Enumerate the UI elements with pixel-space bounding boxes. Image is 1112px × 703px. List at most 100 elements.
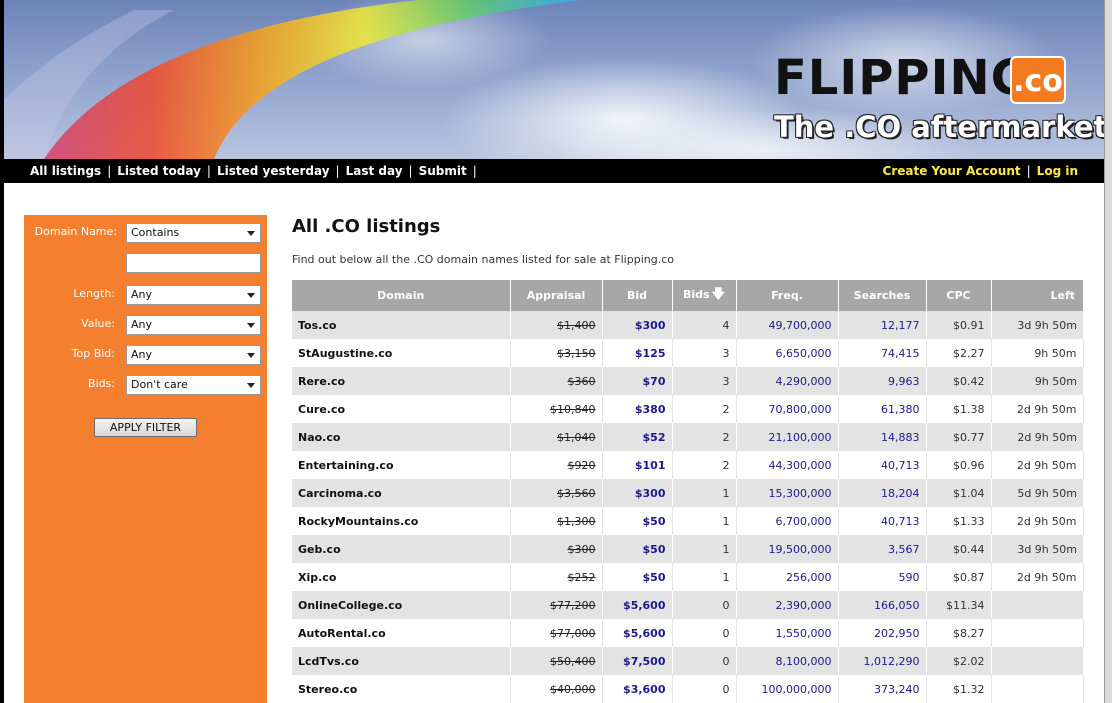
freq-cell[interactable]: 15,300,000 <box>736 479 839 507</box>
bids-select[interactable]: Don't care <box>126 375 261 395</box>
table-row[interactable]: Geb.co $300 $50 1 19,500,000 3,567 $0.44 3d 9h … <box>292 535 1083 563</box>
freq-cell[interactable]: 100,000,000 <box>736 675 839 703</box>
table-row[interactable]: AutoRental.co $77,000 $5,600 0 1,550,000 202,… <box>292 619 1084 647</box>
freq-cell[interactable]: 1,550,000 <box>736 619 839 647</box>
bid-cell[interactable]: $125 <box>602 339 673 367</box>
freq-cell[interactable]: 49,700,000 <box>736 311 839 339</box>
col-header-cpc[interactable]: CPC <box>926 280 992 311</box>
nav-separator: | <box>1026 164 1031 178</box>
bid-cell[interactable]: $52 <box>602 423 673 451</box>
nav-all-listings[interactable]: All listings <box>30 164 101 178</box>
table-row[interactable]: Stereo.co $40,000 $3,600 0 100,000,000 373,24… <box>292 675 1084 703</box>
table-row[interactable]: Cure.co $10,840 $380 2 70,800,000 61,380 $1.38… <box>292 395 1084 423</box>
flipping-logo[interactable]: FLIPPING .co The .CO aftermarket <box>774 52 1104 152</box>
domain-cell[interactable]: Cure.co <box>292 395 511 423</box>
domain-cell[interactable]: Carcinoma.co <box>292 479 511 507</box>
searches-cell[interactable]: 40,713 <box>838 507 927 535</box>
domain-cell[interactable]: Xip.co <box>292 563 511 591</box>
col-header-domain[interactable]: Domain <box>292 280 511 311</box>
freq-cell[interactable]: 44,300,000 <box>736 451 839 479</box>
domain-name-label: Domain Name: <box>34 225 117 238</box>
searches-cell[interactable]: 14,883 <box>838 423 927 451</box>
searches-cell[interactable]: 3,567 <box>838 535 927 563</box>
freq-cell[interactable]: 8,100,000 <box>736 647 839 675</box>
domain-match-select[interactable]: Contains <box>126 223 261 243</box>
domain-cell[interactable]: Entertaining.co <box>292 451 511 479</box>
length-select[interactable]: Any <box>126 285 261 305</box>
domain-cell[interactable]: Geb.co <box>292 535 511 563</box>
domain-cell[interactable]: OnlineCollege.co <box>292 591 511 619</box>
col-header-left[interactable]: Left <box>991 280 1083 311</box>
domain-cell[interactable]: Tos.co <box>292 311 511 339</box>
table-row[interactable]: LcdTvs.co $50,400 $7,500 0 8,100,000 1,012,29… <box>292 647 1083 675</box>
searches-cell[interactable]: 202,950 <box>838 619 927 647</box>
searches-cell[interactable]: 61,380 <box>838 395 927 423</box>
table-row[interactable]: Carcinoma.co $3,560 $300 1 15,300,000 18,204 $… <box>292 479 1083 507</box>
bid-cell[interactable]: $50 <box>602 563 673 591</box>
searches-cell[interactable]: 1,012,290 <box>838 647 927 675</box>
time-left-cell <box>991 591 1083 619</box>
bid-cell[interactable]: $300 <box>602 479 673 507</box>
freq-cell[interactable]: 21,100,000 <box>736 423 839 451</box>
domain-cell[interactable]: Stereo.co <box>292 675 511 703</box>
col-header-bid[interactable]: Bid <box>602 280 673 311</box>
bid-cell[interactable]: $380 <box>602 395 673 423</box>
window-scrollbar[interactable] <box>1104 0 1112 703</box>
bid-cell[interactable]: $7,500 <box>602 647 673 675</box>
searches-cell[interactable]: 9,963 <box>838 367 927 395</box>
bid-cell[interactable]: $70 <box>602 367 673 395</box>
table-row[interactable]: Nao.co $1,040 $52 2 21,100,000 14,883 $0.77 2d … <box>292 423 1083 451</box>
bid-cell[interactable]: $5,600 <box>602 619 673 647</box>
bid-cell[interactable]: $50 <box>602 507 673 535</box>
domain-cell[interactable]: StAugustine.co <box>292 339 511 367</box>
freq-cell[interactable]: 4,290,000 <box>736 367 839 395</box>
apply-filter-button[interactable]: APPLY FILTER <box>94 418 197 437</box>
bid-cell[interactable]: $3,600 <box>602 675 673 703</box>
freq-cell[interactable]: 19,500,000 <box>736 535 839 563</box>
table-row[interactable]: Xip.co $252 $50 1 256,000 590 $0.87 2d 9h 50m <box>292 563 1084 591</box>
searches-cell[interactable]: 166,050 <box>838 591 927 619</box>
searches-cell[interactable]: 74,415 <box>838 339 927 367</box>
domain-cell[interactable]: Rere.co <box>292 367 511 395</box>
table-row[interactable]: RockyMountains.co $1,300 $50 1 6,700,000 40,7… <box>292 507 1084 535</box>
col-header-appraisal[interactable]: Appraisal <box>510 280 603 311</box>
bid-cell[interactable]: $101 <box>602 451 673 479</box>
col-header-searches[interactable]: Searches <box>838 280 927 311</box>
freq-cell[interactable]: 70,800,000 <box>736 395 839 423</box>
freq-cell[interactable]: 256,000 <box>736 563 839 591</box>
domain-text-input[interactable] <box>126 253 261 273</box>
nav-last-day[interactable]: Last day <box>346 164 403 178</box>
table-row[interactable]: StAugustine.co $3,150 $125 3 6,650,000 74,415… <box>292 339 1084 367</box>
login-link[interactable]: Log in <box>1037 164 1078 178</box>
table-row[interactable]: Rere.co $360 $70 3 4,290,000 9,963 $0.42 9h 50m <box>292 367 1083 395</box>
create-account-link[interactable]: Create Your Account <box>883 164 1021 178</box>
bid-cell[interactable]: $5,600 <box>602 591 673 619</box>
value-select[interactable]: Any <box>126 315 261 335</box>
table-row[interactable]: Entertaining.co $920 $101 2 44,300,000 40,713… <box>292 451 1084 479</box>
domain-cell[interactable]: AutoRental.co <box>292 619 511 647</box>
domain-cell[interactable]: RockyMountains.co <box>292 507 511 535</box>
filter-row-value: Value: Any <box>24 315 267 337</box>
searches-cell[interactable]: 18,204 <box>838 479 927 507</box>
table-row[interactable]: OnlineCollege.co $77,200 $5,600 0 2,390,000 1… <box>292 591 1083 619</box>
bid-cell[interactable]: $300 <box>602 311 673 339</box>
searches-cell[interactable]: 590 <box>838 563 927 591</box>
freq-cell[interactable]: 6,700,000 <box>736 507 839 535</box>
filter-row-length: Length: Any <box>24 285 267 307</box>
col-header-freq[interactable]: Freq. <box>736 280 839 311</box>
nav-separator: | <box>335 164 340 178</box>
freq-cell[interactable]: 2,390,000 <box>736 591 839 619</box>
searches-cell[interactable]: 373,240 <box>838 675 927 703</box>
nav-listed-today[interactable]: Listed today <box>117 164 201 178</box>
col-header-bids[interactable]: Bids 🡇 <box>672 280 737 311</box>
freq-cell[interactable]: 6,650,000 <box>736 339 839 367</box>
top-bid-select[interactable]: Any <box>126 345 261 365</box>
domain-cell[interactable]: LcdTvs.co <box>292 647 511 675</box>
searches-cell[interactable]: 40,713 <box>838 451 927 479</box>
table-row[interactable]: Tos.co $1,400 $300 4 49,700,000 12,177 $0.91 3d… <box>292 311 1083 339</box>
domain-cell[interactable]: Nao.co <box>292 423 511 451</box>
searches-cell[interactable]: 12,177 <box>838 311 927 339</box>
nav-listed-yesterday[interactable]: Listed yesterday <box>217 164 330 178</box>
nav-submit[interactable]: Submit <box>419 164 467 178</box>
bid-cell[interactable]: $50 <box>602 535 673 563</box>
